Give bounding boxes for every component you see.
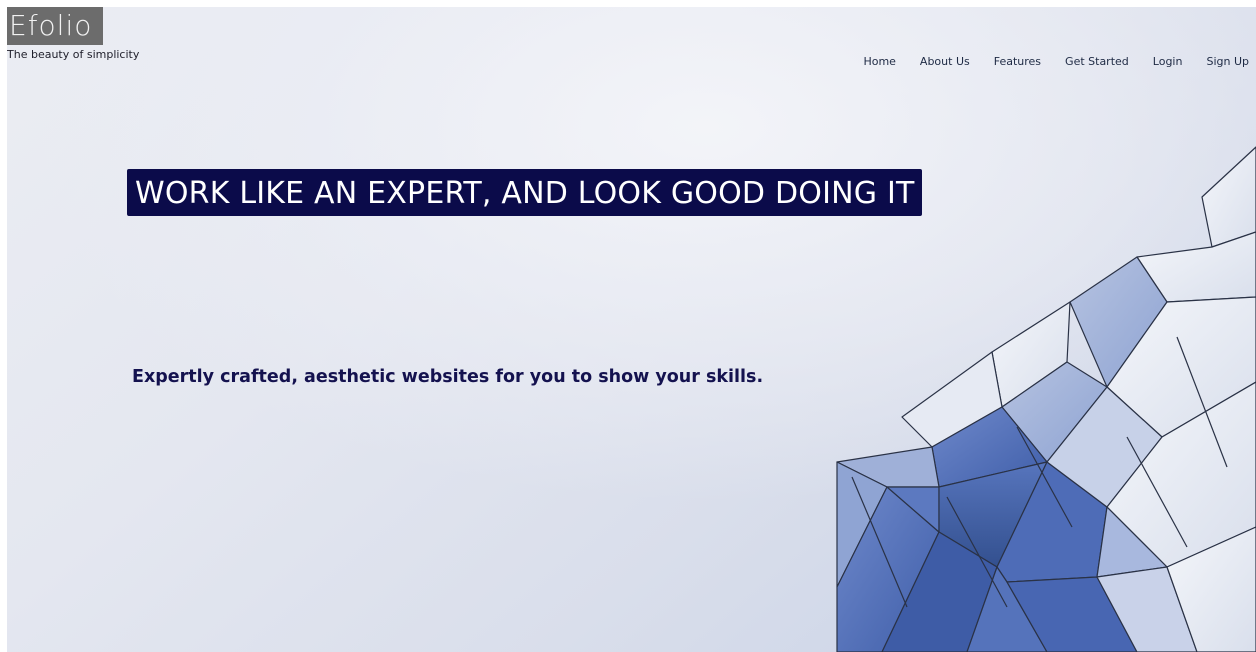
nav-link-features[interactable]: Features <box>994 55 1041 68</box>
nav-link-about-us[interactable]: About Us <box>920 55 970 68</box>
hero-headline: WORK LIKE AN EXPERT, AND LOOK GOOD DOING… <box>127 169 922 216</box>
nav-link-home[interactable]: Home <box>863 55 895 68</box>
brand-logo[interactable]: Efolio <box>7 7 103 45</box>
geometric-facade-illustration <box>836 146 1256 652</box>
brand-tagline: The beauty of simplicity <box>7 48 140 61</box>
nav-link-login[interactable]: Login <box>1153 55 1183 68</box>
hero-subheadline: Expertly crafted, aesthetic websites for… <box>132 367 764 387</box>
main-navigation: Home About Us Features Get Started Login… <box>839 55 1249 68</box>
landing-page: Efolio The beauty of simplicity Home Abo… <box>7 7 1256 652</box>
nav-link-get-started[interactable]: Get Started <box>1065 55 1129 68</box>
nav-link-sign-up[interactable]: Sign Up <box>1206 55 1249 68</box>
